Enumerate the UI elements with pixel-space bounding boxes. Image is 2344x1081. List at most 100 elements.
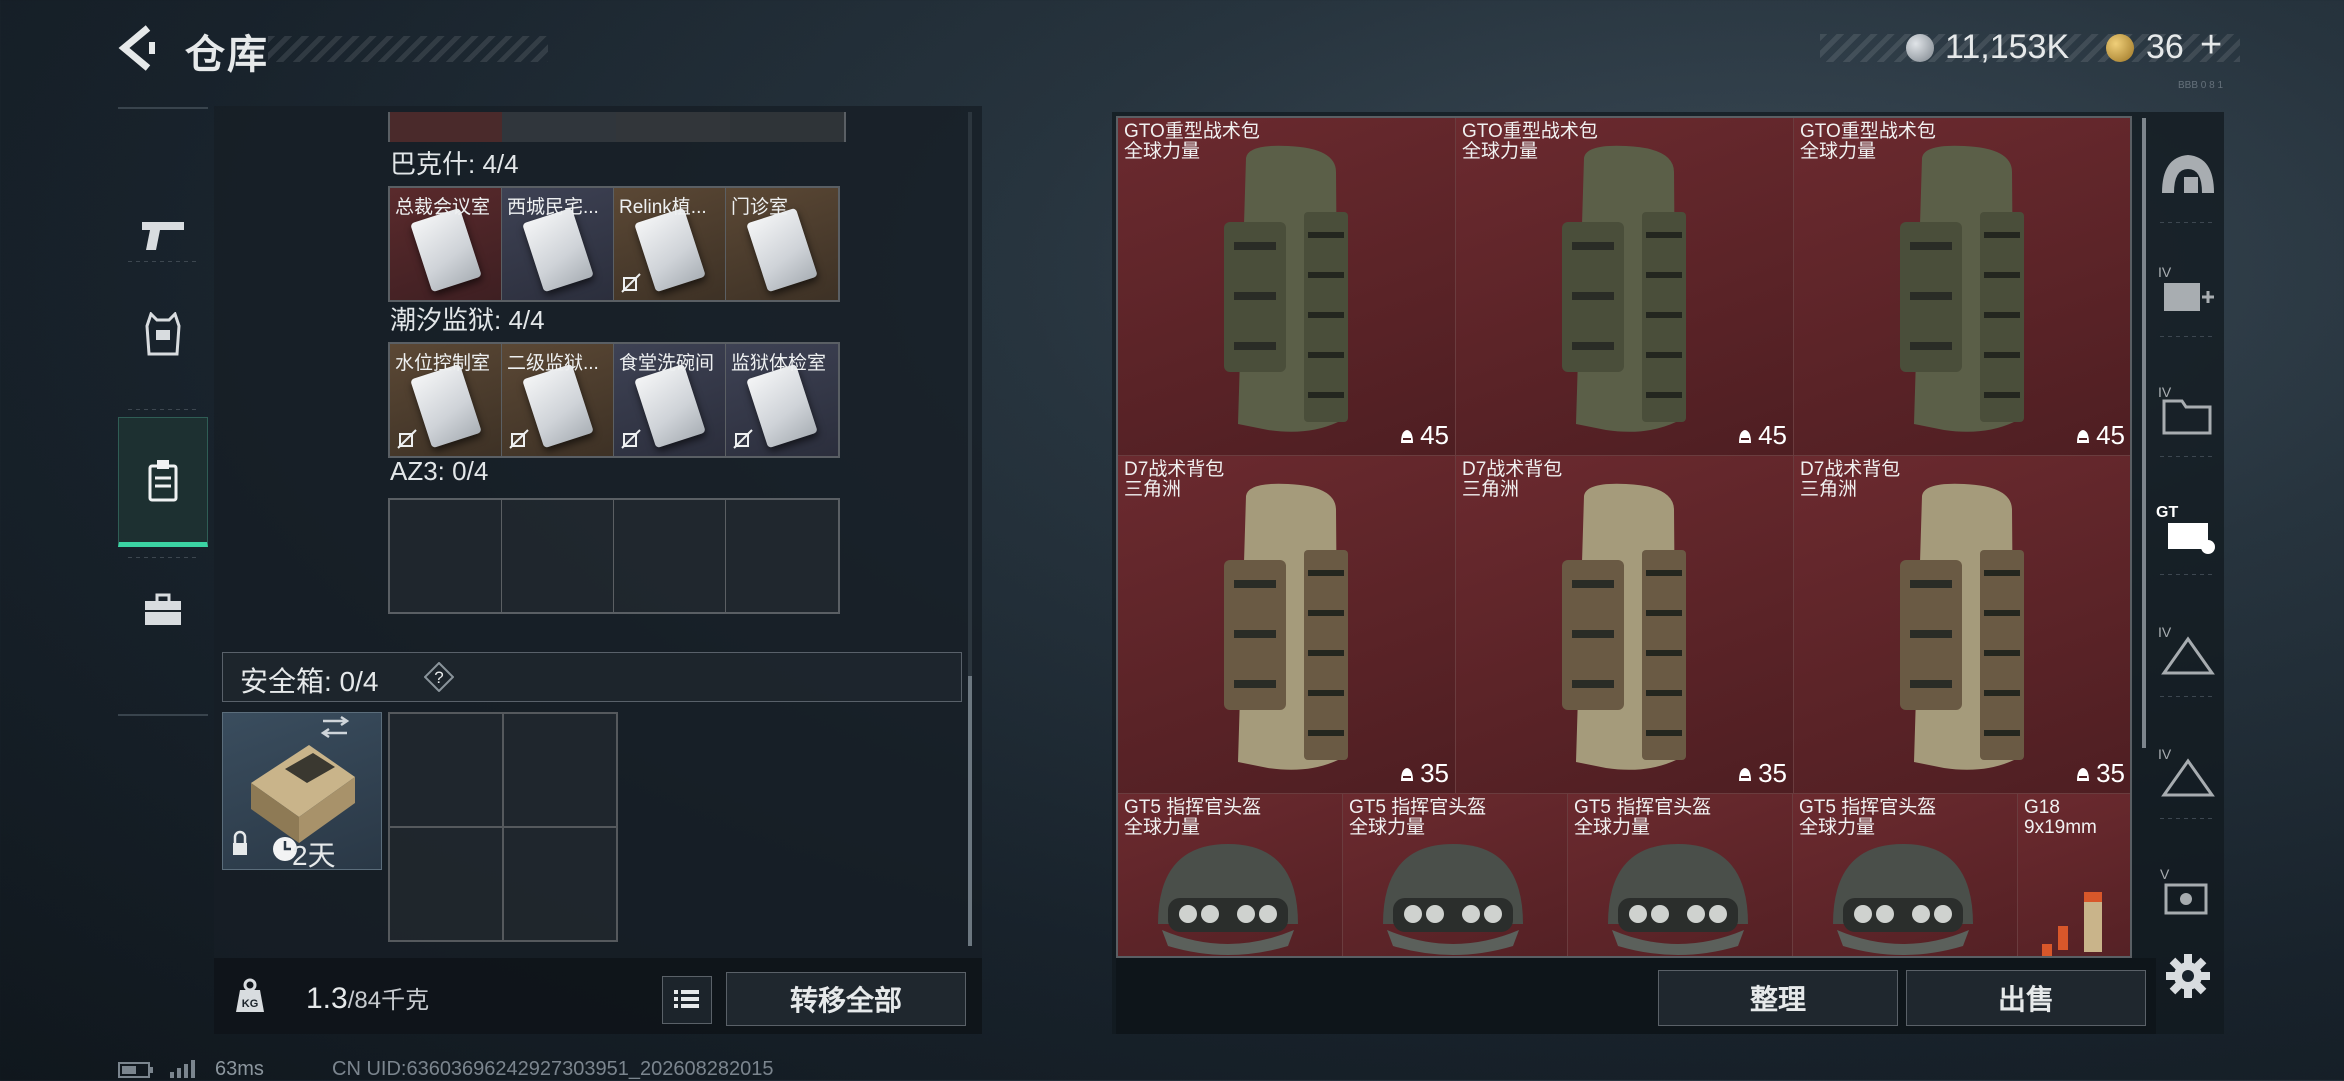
svg-text:V: V [2160, 866, 2170, 882]
inventory-item[interactable]: D7战术背包 三角洲 35 [1794, 456, 2130, 794]
weight-max: /84千克 [347, 987, 430, 1014]
no-link-icon [509, 429, 529, 449]
empty-key-slot[interactable] [502, 500, 614, 612]
nav-divider [2160, 818, 2212, 819]
sort-button[interactable]: 整理 [1658, 970, 1898, 1026]
key-card-name: 西城民宅... [507, 197, 599, 218]
empty-key-slot[interactable] [726, 500, 838, 612]
key-card-slot[interactable]: 总裁会议室 [390, 188, 502, 300]
svg-text:GT: GT [2156, 504, 2178, 521]
nav-toolbox[interactable] [118, 565, 208, 655]
keycard-icon [746, 207, 818, 293]
right-nav-item[interactable]: IV [2154, 254, 2218, 324]
right-nav-item[interactable]: V [2154, 856, 2218, 926]
durability-icon [2077, 768, 2090, 781]
key-row-partial [388, 112, 846, 142]
svg-text:IV: IV [2158, 384, 2172, 400]
user-uid: CN UID:63603696242927303951_202608282015 [332, 1058, 774, 1080]
item-durability: 45 [1736, 420, 1787, 451]
inventory-item[interactable]: GTO重型战术包 全球力量 45 [1794, 118, 2130, 456]
inventory-scrollbar[interactable] [2142, 118, 2146, 748]
ping-value: 63ms [215, 1058, 264, 1080]
nav-keys[interactable] [118, 417, 208, 547]
briefcase-icon [145, 593, 181, 625]
nav-divider [2160, 574, 2212, 575]
backpack-icon [1224, 483, 1348, 770]
key-card-slot[interactable]: Relink植... [614, 188, 726, 300]
keycard-icon [522, 207, 594, 293]
list-view-button[interactable] [662, 976, 712, 1024]
keycard-holder-icon [148, 460, 178, 502]
key-grid [388, 498, 840, 614]
inventory-grid: GTO重型战术包 全球力量 45 GTO重型战术包 全球力量 45 GTO重型战术包 全球力量… [1116, 116, 2132, 958]
item-durability: 45 [1398, 420, 1449, 451]
swap-icon [320, 715, 350, 739]
key-card-name: 食堂洗碗间 [619, 353, 715, 374]
right-nav-item[interactable] [2154, 140, 2218, 210]
sell-button[interactable]: 出售 [1906, 970, 2146, 1026]
key-card-name: 二级监狱... [507, 353, 599, 374]
inventory-item[interactable]: GT5 指挥官头盔 全球力量 [1343, 794, 1568, 956]
key-card-name: Relink植... [619, 197, 707, 218]
add-currency-button[interactable]: + [2200, 24, 2222, 67]
svg-text:KG: KG [242, 998, 259, 1010]
right-nav-item[interactable]: IV [2154, 374, 2218, 444]
inventory-item[interactable]: D7战术背包 三角洲 35 [1456, 456, 1794, 794]
inventory-item[interactable]: D7战术背包 三角洲 35 [1118, 456, 1456, 794]
triangle-iv-icon-2: IV [2158, 746, 2215, 797]
keycard-icon [634, 207, 706, 293]
title-decoration [268, 36, 548, 62]
item-name: GT5 指挥官头盔 全球力量 [1349, 797, 1487, 838]
no-link-icon [733, 429, 753, 449]
nav-armor[interactable] [118, 269, 208, 399]
key-card-slot[interactable]: 西城民宅... [502, 188, 614, 300]
inventory-item[interactable]: GTO重型战术包 全球力量 45 [1118, 118, 1456, 456]
key-card-slot[interactable]: 水位控制室 [390, 344, 502, 456]
pistol-icon [142, 222, 184, 250]
key-card-slot[interactable]: 二级监狱... [502, 344, 614, 456]
empty-key-slot[interactable] [390, 500, 502, 612]
backpack-icon [1562, 145, 1686, 432]
backpack-icon [1224, 145, 1348, 432]
svg-text:IV: IV [2158, 624, 2172, 640]
key-card-slot[interactable]: 监狱体检室 [726, 344, 838, 456]
inventory-item[interactable]: G18 9x19mm [2018, 794, 2130, 956]
item-name: D7战术背包 三角洲 [1462, 459, 1563, 500]
gold-coin-icon [2106, 34, 2134, 62]
help-icon[interactable]: ? [424, 662, 454, 692]
backpack-icon [1900, 483, 2024, 770]
right-nav-item[interactable]: IV [2154, 614, 2218, 684]
key-card-slot[interactable]: 食堂洗碗间 [614, 344, 726, 456]
map-v-icon: V [2160, 866, 2208, 915]
inventory-item[interactable]: GT5 指挥官头盔 全球力量 [1793, 794, 2018, 956]
inventory-item[interactable]: GTO重型战术包 全球力量 45 [1456, 118, 1794, 456]
item-name: G18 9x19mm [2024, 797, 2097, 838]
transfer-all-button[interactable]: 转移全部 [726, 972, 966, 1026]
left-scroll-thumb[interactable] [968, 676, 972, 946]
helmet-icon [1158, 844, 1298, 955]
signal-icon [170, 1060, 195, 1078]
safe-box-slots[interactable] [388, 712, 618, 942]
nav-divider [2160, 696, 2212, 697]
gold-currency-value: 36 [2146, 28, 2184, 66]
item-name: D7战术背包 三角洲 [1124, 459, 1225, 500]
durability-icon [1401, 768, 1414, 781]
inventory-item[interactable]: GT5 指挥官头盔 全球力量 [1118, 794, 1343, 956]
keycard-icon [746, 363, 818, 449]
right-nav-item[interactable]: IV [2154, 736, 2218, 806]
key-card-name: 监狱体检室 [731, 353, 827, 374]
item-name: GT5 指挥官头盔 全球力量 [1574, 797, 1712, 838]
key-card-slot[interactable]: 门诊室 [726, 188, 838, 300]
inventory-item[interactable]: GT5 指挥官头盔 全球力量 [1568, 794, 1793, 956]
item-durability: 35 [1736, 758, 1787, 789]
empty-key-slot[interactable] [614, 500, 726, 612]
helmet-icon [1833, 844, 1973, 955]
right-nav-item[interactable]: GT [2154, 492, 2218, 562]
item-name: GTO重型战术包 全球力量 [1462, 121, 1598, 162]
back-arrow-icon[interactable] [112, 22, 160, 74]
ammo-icon [2042, 892, 2102, 956]
key-card-name: 水位控制室 [395, 353, 491, 374]
gear-icon[interactable] [2164, 952, 2212, 1000]
vest-icon [145, 312, 181, 356]
key-grid: 水位控制室 二级监狱... 食堂洗碗间 监狱体检室 [388, 342, 840, 458]
